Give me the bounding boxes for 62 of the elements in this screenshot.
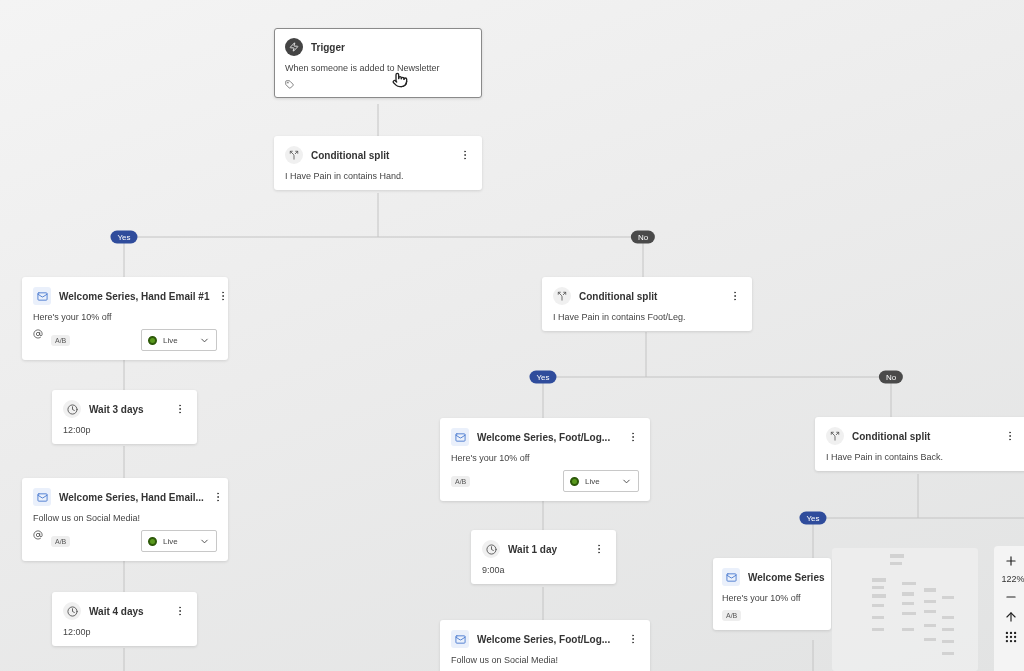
status-icon — [148, 536, 157, 546]
status-dropdown[interactable]: Live — [563, 470, 639, 492]
status-icon — [570, 476, 579, 486]
node-title: Welcome Series, Hand Email... — [59, 491, 204, 503]
wait-time: 9:00a — [482, 565, 506, 575]
clock-icon — [63, 602, 81, 620]
split-condition: I Have Pain in contains Back. — [826, 452, 945, 462]
mail-icon — [33, 488, 51, 506]
node-title: Conditional split — [852, 430, 932, 442]
wait-time: 12:00p — [63, 627, 92, 637]
node-title: Welcome Series, Hand Email #1 — [59, 290, 210, 302]
plus-icon — [1004, 554, 1018, 568]
tag-icon — [285, 80, 294, 89]
node-title: Conditional split — [311, 149, 391, 161]
mail-icon — [451, 630, 469, 648]
lightning-icon — [285, 38, 303, 56]
zoom-in-button[interactable] — [1004, 554, 1018, 568]
wait-card[interactable]: Wait 1 day 9:00a — [471, 530, 616, 584]
wait-time: 12:00p — [63, 425, 92, 435]
node-title: Wait 4 days — [89, 605, 145, 617]
email-subject: Here's your 10% off — [451, 453, 531, 463]
status-dropdown[interactable]: Live — [141, 329, 217, 351]
node-title: Trigger — [311, 41, 346, 53]
branch-label: No — [878, 370, 904, 384]
node-title: Welcome Series — [748, 571, 825, 583]
wait-card[interactable]: Wait 3 days 12:00p — [52, 390, 197, 444]
email-subject: Here's your 10% off — [33, 312, 113, 322]
grid-icon[interactable] — [1004, 630, 1018, 644]
split-icon — [553, 287, 571, 305]
split-condition: I Have Pain in contains Hand. — [285, 171, 405, 181]
hand-cursor-icon — [392, 72, 408, 88]
node-title: Conditional split — [579, 290, 659, 302]
clock-icon — [63, 400, 81, 418]
split-condition: I Have Pain in contains Foot/Leg. — [553, 312, 687, 322]
arrow-up-button[interactable] — [1004, 610, 1018, 624]
branch-label: Yes — [110, 230, 138, 244]
split-card[interactable]: Conditional split I Have Pain in contains Back. — [815, 417, 1024, 471]
clock-icon — [482, 540, 500, 558]
split-card[interactable]: Conditional split I Have Pain in contains Hand. — [274, 136, 482, 190]
node-title: Wait 3 days — [89, 403, 145, 415]
branch-label: No — [630, 230, 656, 244]
email-subject: Follow us on Social Media! — [451, 655, 560, 665]
split-card[interactable]: Conditional split I Have Pain in contains Foot/Leg. — [542, 277, 752, 331]
mail-icon — [33, 287, 51, 305]
zoom-level: 122% — [1001, 574, 1024, 584]
email-subject: Follow us on Social Media! — [33, 513, 142, 523]
mail-icon — [451, 428, 469, 446]
branch-label: Yes — [529, 370, 557, 384]
status-dropdown[interactable]: Live — [141, 530, 217, 552]
split-icon — [826, 427, 844, 445]
email-card[interactable]: Welcome Series, Foot/Log... Follow us on Social Media! — [440, 620, 650, 671]
branch-label: Yes — [799, 511, 827, 525]
email-subject: Here's your 10% off — [722, 593, 802, 603]
status-icon — [148, 335, 157, 345]
node-title: Welcome Series, Foot/Log... — [477, 431, 612, 443]
wait-card[interactable]: Wait 4 days 12:00p — [52, 592, 197, 646]
mail-icon — [722, 568, 740, 586]
trigger-description: When someone is added to Newsletter — [285, 63, 441, 73]
split-icon — [285, 146, 303, 164]
trigger-card[interactable]: Trigger When someone is added to Newsletter — [274, 28, 482, 98]
node-title: Wait 1 day — [508, 543, 559, 555]
node-title: Welcome Series, Foot/Log... — [477, 633, 612, 645]
